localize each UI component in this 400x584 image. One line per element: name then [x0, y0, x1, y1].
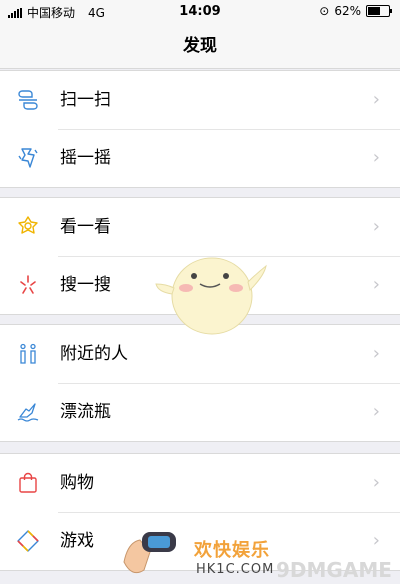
shopping-icon	[19, 472, 37, 493]
watermark-site-url: HK1C.COM	[196, 562, 275, 577]
discover-group-3: 附近的人 › 漂流瓶 ›	[0, 324, 400, 442]
cell-shake[interactable]: 摇一摇 ›	[0, 129, 400, 187]
chevron-right-icon: ›	[372, 401, 380, 422]
drift-bottle-icon	[17, 403, 39, 422]
battery-icon	[366, 5, 392, 17]
chevron-right-icon: ›	[372, 216, 380, 237]
cell-label: 游戏	[60, 531, 94, 551]
chevron-right-icon: ›	[372, 274, 380, 295]
rotation-lock-icon: ⊙	[319, 4, 330, 18]
watermark-hand-gamepad-logo	[123, 532, 176, 574]
chevron-right-icon: ›	[372, 147, 380, 168]
look-icon	[18, 216, 38, 234]
watermark-brand: 9DMGAME	[276, 558, 392, 582]
cell-label: 搜一搜	[60, 275, 111, 295]
search-icon	[20, 275, 36, 294]
cell-label: 摇一摇	[60, 148, 111, 168]
battery-percent: 62%	[334, 4, 361, 18]
page-title: 发现	[0, 24, 400, 69]
cell-drift-bottle[interactable]: 漂流瓶 ›	[0, 383, 400, 441]
cell-shopping[interactable]: 购物 ›	[0, 454, 400, 512]
chevron-right-icon: ›	[372, 89, 380, 110]
status-bar: 中国移动 4G 14:09 ⊙ 62%	[0, 0, 400, 24]
cell-label: 漂流瓶	[60, 402, 111, 422]
nearby-people-icon	[20, 343, 36, 364]
scan-icon	[18, 90, 38, 110]
shake-icon	[18, 148, 38, 168]
chevron-right-icon: ›	[372, 472, 380, 493]
floating-mascot-bubble[interactable]	[152, 246, 272, 338]
game-icon	[17, 530, 39, 552]
chevron-right-icon: ›	[372, 343, 380, 364]
watermark-site-cn: 欢快娱乐	[194, 540, 270, 561]
discover-group-1: 扫一扫 › 摇一摇 ›	[0, 70, 400, 188]
cell-label: 附近的人	[60, 344, 128, 364]
cell-scan[interactable]: 扫一扫 ›	[0, 71, 400, 129]
cell-label: 购物	[60, 473, 94, 493]
cell-label: 看一看	[60, 217, 111, 237]
cell-label: 扫一扫	[60, 90, 111, 110]
